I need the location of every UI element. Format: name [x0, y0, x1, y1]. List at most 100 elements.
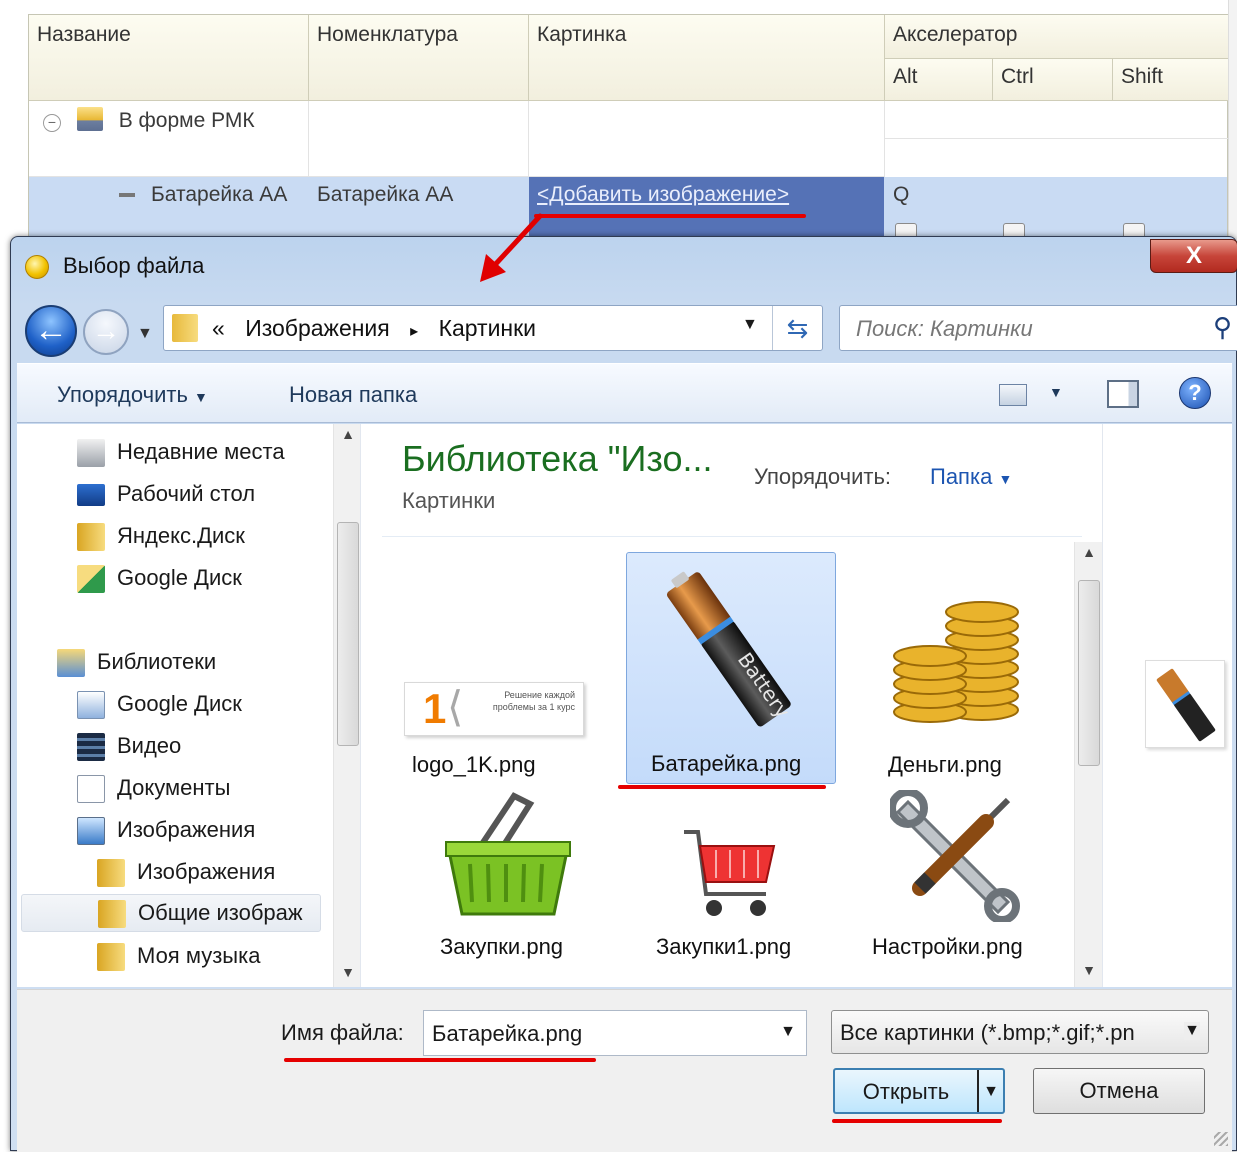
- dialog-app-icon: [25, 255, 49, 279]
- preview-pane: [1102, 424, 1232, 987]
- scroll-up-icon[interactable]: ▲: [334, 426, 360, 442]
- nav-item-video[interactable]: Видео: [77, 728, 181, 766]
- search-box[interactable]: Поиск: Картинки ⚲: [839, 305, 1237, 351]
- file-name-value: Батарейка.png: [432, 1021, 583, 1046]
- open-button[interactable]: Открыть ▼: [833, 1068, 1005, 1114]
- nav-item-libraries[interactable]: Библиотеки: [57, 644, 216, 682]
- file-tile-purchases[interactable]: Закупки.png: [412, 790, 612, 970]
- group-row-accelerator: [885, 101, 1229, 139]
- nav-item-pictures-library[interactable]: Изображения: [77, 812, 255, 850]
- group-folder-icon: [76, 107, 103, 131]
- view-dropdown-icon[interactable]: ▼: [1049, 384, 1063, 400]
- recent-pages-dropdown-icon[interactable]: ▼: [137, 325, 153, 343]
- help-icon[interactable]: ?: [1179, 377, 1211, 409]
- selected-row-accelerator[interactable]: Q: [885, 177, 1229, 217]
- cancel-button[interactable]: Отмена: [1033, 1068, 1205, 1114]
- file-list-pane: Библиотека "Изо... Картинки Упорядочить:…: [362, 424, 1232, 987]
- column-header-name[interactable]: Название: [29, 15, 309, 101]
- nav-item-desktop[interactable]: Рабочий стол: [77, 476, 255, 514]
- new-folder-button[interactable]: Новая папка: [289, 382, 417, 408]
- column-header-picture[interactable]: Картинка: [529, 15, 885, 101]
- column-header-ctrl[interactable]: Ctrl: [993, 59, 1113, 101]
- file-name-logo: logo_1K.png: [412, 752, 536, 777]
- breadcrumb-item-images[interactable]: Картинки: [439, 315, 536, 341]
- file-name-input[interactable]: Батарейка.png ▼: [423, 1010, 807, 1056]
- nav-label-google-drive: Google Диск: [117, 565, 242, 590]
- nav-item-my-music[interactable]: Моя музыка: [97, 938, 260, 976]
- breadcrumb-item-pictures[interactable]: Изображения: [245, 315, 390, 341]
- search-icon[interactable]: ⚲: [1213, 312, 1232, 343]
- battery-image: Battery: [667, 571, 795, 727]
- basket-image: [445, 792, 571, 916]
- file-list-scrollbar[interactable]: ▲ ▼: [1074, 542, 1102, 987]
- nav-label-shared-pictures: Общие изображ: [138, 900, 303, 925]
- view-options-icon[interactable]: [999, 384, 1027, 406]
- group-row-nomenclature: [309, 101, 529, 177]
- dialog-title: Выбор файла: [63, 253, 205, 278]
- resize-grip-icon[interactable]: [1214, 1132, 1228, 1146]
- column-header-alt[interactable]: Alt: [885, 59, 993, 101]
- list-scroll-thumb[interactable]: [1078, 580, 1100, 766]
- nav-scroll-thumb[interactable]: [337, 522, 359, 746]
- add-image-link[interactable]: <Добавить изображение>: [537, 183, 789, 206]
- nav-label-video: Видео: [117, 733, 182, 758]
- music-folder-icon: [97, 943, 125, 972]
- library-title: Библиотека "Изо...: [402, 438, 713, 479]
- back-arrow-icon[interactable]: ←: [25, 305, 77, 357]
- arrange-by-dropdown[interactable]: Папка ▼: [930, 464, 1012, 490]
- column-header-ctrl-label: Ctrl: [1001, 65, 1034, 88]
- recent-places-icon: [77, 439, 105, 468]
- file-tile-settings[interactable]: Настройки.png: [852, 788, 1062, 970]
- nav-item-documents[interactable]: Документы: [77, 770, 230, 808]
- address-folder-icon: [172, 314, 198, 342]
- column-header-accelerator-label: Акселератор: [893, 23, 1018, 46]
- organize-dropdown-icon: ▼: [194, 389, 208, 405]
- breadcrumb-separator-icon[interactable]: ▸: [410, 323, 418, 340]
- collapse-icon[interactable]: −: [43, 114, 61, 132]
- refresh-icon[interactable]: ⇆: [772, 306, 822, 350]
- nav-item-shared-pictures[interactable]: Общие изображ: [21, 894, 321, 932]
- file-name-dropdown-icon[interactable]: ▼: [780, 1023, 796, 1041]
- nav-pane-scrollbar[interactable]: ▲ ▼: [333, 424, 360, 987]
- nav-label-libraries: Библиотеки: [97, 649, 217, 674]
- nav-label-library-google-drive: Google Диск: [117, 691, 242, 716]
- nav-item-yandex-disk[interactable]: Яндекс.Диск: [77, 518, 245, 556]
- file-type-dropdown-icon[interactable]: ▼: [1184, 1022, 1200, 1040]
- address-bar[interactable]: « Изображения ▸ Картинки ▼ ⇆: [163, 305, 823, 351]
- file-name-purchases1: Закупки1.png: [656, 934, 792, 959]
- preview-pane-icon[interactable]: [1107, 380, 1139, 408]
- column-header-nomenclature[interactable]: Номенклатура: [309, 15, 529, 101]
- forward-arrow-icon[interactable]: →: [83, 309, 129, 355]
- organize-menu[interactable]: Упорядочить ▼: [57, 382, 208, 408]
- file-type-value: Все картинки (*.bmp;*.gif;*.pn: [840, 1020, 1135, 1045]
- pictures-folder-icon: [97, 859, 125, 888]
- file-type-filter[interactable]: Все картинки (*.bmp;*.gif;*.pn ▼: [831, 1010, 1209, 1054]
- nav-label-yandex-disk: Яндекс.Диск: [117, 523, 245, 548]
- column-header-shift[interactable]: Shift: [1113, 59, 1229, 101]
- close-button[interactable]: X: [1150, 239, 1237, 273]
- file-tile-battery[interactable]: Battery Батарейка.png: [626, 552, 836, 784]
- breadcrumb-overflow[interactable]: «: [212, 315, 225, 341]
- file-tile-purchases1[interactable]: Закупки1.png: [628, 790, 828, 970]
- preview-thumbnail: [1145, 660, 1225, 748]
- nav-item-google-drive[interactable]: Google Диск: [77, 560, 242, 598]
- file-tile-money[interactable]: Деньги.png: [860, 601, 1060, 784]
- nav-item-recent-places[interactable]: Недавние места: [77, 434, 285, 472]
- file-name-label: Имя файла:: [281, 1020, 404, 1045]
- nav-item-pictures-folder[interactable]: Изображения: [97, 854, 275, 892]
- group-row-name[interactable]: − В форме РМК: [29, 101, 309, 177]
- folder-icon: [98, 900, 126, 929]
- file-tile-logo[interactable]: 1 ⟨ Решение каждой проблемы за 1 курс lo…: [392, 604, 592, 784]
- arrange-dropdown-icon: ▼: [998, 471, 1013, 487]
- documents-icon: [77, 775, 105, 804]
- column-header-accelerator[interactable]: Акселератор: [885, 15, 1229, 59]
- cancel-button-label: Отмена: [1079, 1078, 1159, 1103]
- scroll-down-icon[interactable]: ▼: [334, 964, 360, 980]
- nav-item-library-google-drive[interactable]: Google Диск: [77, 686, 242, 724]
- address-history-dropdown-icon[interactable]: ▼: [742, 316, 758, 334]
- nav-label-desktop: Рабочий стол: [117, 481, 256, 506]
- dialog-titlebar[interactable]: Выбор файла X: [11, 237, 1237, 295]
- list-scroll-down-icon[interactable]: ▼: [1075, 962, 1103, 978]
- list-scroll-up-icon[interactable]: ▲: [1075, 544, 1103, 560]
- open-options-dropdown-icon[interactable]: ▼: [977, 1070, 1003, 1112]
